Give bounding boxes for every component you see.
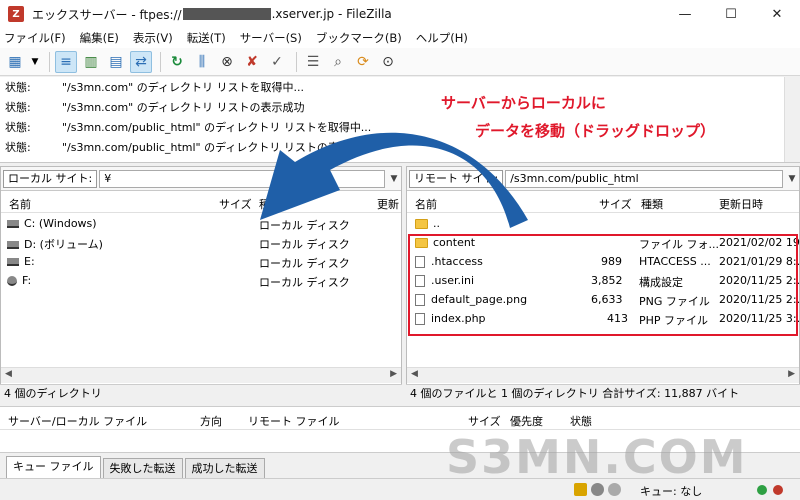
menu-file[interactable]: ファイル(F) (4, 30, 66, 46)
toggle-queue-icon[interactable]: ⇄ (130, 50, 152, 73)
help-icon[interactable] (608, 483, 621, 496)
search-icon[interactable]: ⌕ (327, 51, 349, 73)
scroll-left-icon[interactable]: ◀ (5, 369, 12, 379)
list-item[interactable]: E: ローカル ディスク (1, 253, 401, 272)
queue-col-remote[interactable]: リモート ファイル (248, 413, 340, 429)
item-name: F: (22, 274, 32, 287)
tab-queued-files[interactable]: キュー ファイル (6, 456, 101, 478)
drive-icon (7, 241, 19, 249)
log-label: 状態: (5, 81, 31, 94)
disconnect-icon[interactable]: ✘ (241, 51, 263, 73)
drive-icon (7, 220, 19, 228)
queue-col-priority[interactable]: 優先度 (510, 413, 543, 429)
scroll-right-icon[interactable]: ▶ (390, 369, 397, 379)
log-scrollbar[interactable] (784, 77, 800, 162)
cd-drive-icon (7, 276, 17, 286)
scroll-left-icon[interactable]: ◀ (411, 369, 418, 379)
filter-icon[interactable]: ☰ (302, 51, 324, 73)
site-manager-icon[interactable]: ▦ (4, 51, 26, 73)
queue-col-size[interactable]: サイズ (468, 413, 501, 429)
log-label: 状態: (5, 141, 31, 154)
activity-led-icon (773, 485, 783, 495)
title-suffix: .xserver.jp - FileZilla (271, 7, 392, 21)
menu-help[interactable]: ヘルプ(H) (416, 30, 468, 46)
window-title: エックスサーバー - ftpes:// .xserver.jp - FileZi… (32, 6, 392, 23)
log-row: 状態: "/s3mn.com" のディレクトリ リストを取得中... (0, 77, 800, 97)
log-label: 状態: (5, 121, 31, 134)
activity-led-icon (757, 485, 767, 495)
menu-edit[interactable]: 編集(E) (80, 30, 119, 46)
close-button[interactable]: ✕ (754, 0, 800, 28)
binoculars-icon[interactable]: ⊙ (377, 51, 399, 73)
title-bar: Z エックスサーバー - ftpes:// .xserver.jp - File… (0, 0, 800, 28)
toolbar-separator (296, 51, 297, 72)
toggle-local-tree-icon[interactable]: ▥ (80, 51, 102, 73)
list-item[interactable]: F: ローカル ディスク (1, 272, 401, 291)
col-size[interactable]: サイズ (599, 196, 632, 212)
toggle-log-icon[interactable]: ≡ (55, 50, 77, 73)
remote-site-input[interactable]: /s3mn.com/public_html (505, 169, 783, 188)
menu-transfer[interactable]: 転送(T) (187, 30, 226, 46)
queue-col-direction[interactable]: 方向 (200, 413, 222, 429)
chevron-down-icon[interactable]: ▼ (785, 174, 799, 184)
item-type: ローカル ディスク (259, 257, 350, 270)
menu-bar: ファイル(F) 編集(E) 表示(V) 転送(T) サーバー(S) ブックマーク… (0, 28, 800, 48)
sync-browse-icon[interactable]: ⟳ (352, 51, 374, 73)
col-type[interactable]: 種類 (641, 196, 663, 212)
remote-status: 4 個のファイルと 1 個のディレクトリ 合計サイズ: 11,887 バイト (406, 384, 800, 402)
refresh-icon[interactable]: ↻ (166, 51, 188, 73)
minimize-button[interactable]: — (662, 0, 708, 28)
redacted-host (182, 8, 271, 20)
tab-successful-transfers[interactable]: 成功した転送 (184, 458, 265, 478)
col-name[interactable]: 名前 (9, 196, 31, 212)
toggle-remote-tree-icon[interactable]: ▤ (105, 51, 127, 73)
toolbar: ▦ ▼ ≡ ▥ ▤ ⇄ ↻ ⫼ ⊗ ✘ ✓ ☰ ⌕ ⟳ ⊙ (0, 48, 800, 76)
cancel-icon[interactable]: ⊗ (216, 51, 238, 73)
item-name: E: (24, 255, 35, 268)
local-hscrollbar[interactable]: ◀ ▶ (1, 367, 401, 383)
reconnect-icon[interactable]: ✓ (266, 51, 288, 73)
local-site-label: ローカル サイト: (3, 169, 98, 188)
filezilla-icon: Z (8, 6, 24, 22)
queue-col-status[interactable]: 状態 (570, 413, 592, 429)
process-queue-icon[interactable]: ⫼ (191, 51, 213, 73)
annotation-line1: サーバーからローカルに (441, 94, 606, 112)
files-highlight-box (408, 234, 798, 336)
col-modified[interactable]: 更新日時 (719, 196, 763, 212)
annotation-line2: データを移動（ドラッグドロップ） (475, 122, 716, 140)
drive-icon (7, 258, 19, 266)
lock-icon (574, 483, 587, 496)
scroll-right-icon[interactable]: ▶ (788, 369, 795, 379)
toolbar-separator (160, 51, 161, 72)
queue-header: サーバー/ローカル ファイル 方向 リモート ファイル サイズ 優先度 状態 (0, 406, 800, 430)
tab-failed-transfers[interactable]: 失敗した転送 (102, 458, 183, 478)
menu-view[interactable]: 表示(V) (133, 30, 173, 46)
watermark: S3MN.COM (446, 430, 748, 484)
queue-status: キュー: なし (640, 485, 703, 498)
local-status: 4 個のディレクトリ (0, 384, 402, 402)
toolbar-separator (49, 51, 50, 72)
item-type: ローカル ディスク (259, 276, 350, 289)
queue-col-file[interactable]: サーバー/ローカル ファイル (8, 413, 147, 429)
menu-server[interactable]: サーバー(S) (240, 30, 302, 46)
title-prefix: エックスサーバー - ftpes:// (32, 7, 182, 22)
log-label: 状態: (5, 101, 31, 114)
maximize-button[interactable]: ☐ (708, 0, 754, 28)
item-name: D: (ボリューム) (24, 238, 103, 251)
remote-hscrollbar[interactable]: ◀ ▶ (407, 367, 799, 383)
menu-bookmarks[interactable]: ブックマーク(B) (316, 30, 402, 46)
site-manager-dropdown-icon[interactable]: ▼ (29, 51, 41, 73)
gear-icon[interactable] (591, 483, 604, 496)
log-text: "/s3mn.com" のディレクトリ リストを取得中... (62, 81, 304, 94)
item-name: C: (Windows) (24, 217, 97, 230)
